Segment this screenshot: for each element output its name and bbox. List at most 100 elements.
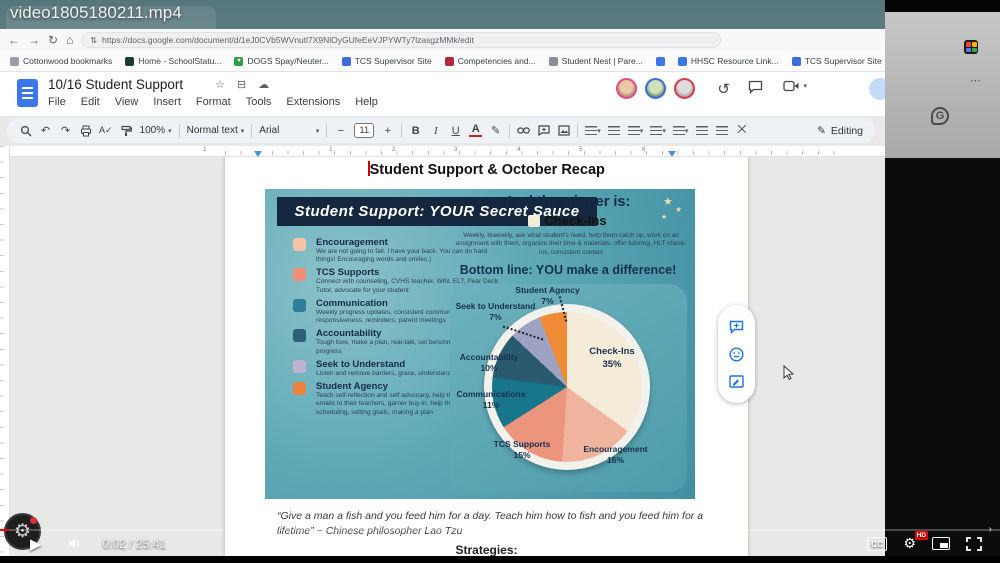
add-comment-icon[interactable] (537, 125, 550, 136)
italic-button[interactable]: I (429, 125, 442, 137)
cloud-status-icon[interactable]: ☁ (258, 78, 269, 91)
menu-item[interactable]: Extensions (286, 96, 340, 108)
paint-format-icon[interactable] (120, 125, 133, 137)
decrease-indent-icon[interactable] (695, 126, 708, 135)
google-docs-icon[interactable] (17, 79, 38, 107)
back-icon[interactable]: ← (8, 34, 20, 46)
bookmark-favicon (445, 57, 454, 66)
suggest-edits-button[interactable] (729, 375, 744, 388)
fullscreen-button[interactable] (966, 537, 982, 551)
underline-button[interactable]: U (449, 125, 462, 137)
editing-mode-select[interactable]: ✎ Editing (817, 125, 863, 137)
highlight-icon[interactable]: ✎ (489, 124, 502, 137)
text-color-button[interactable]: A (469, 124, 482, 137)
horizontal-ruler[interactable]: 1 1 2 3 4 5 6 (10, 146, 885, 157)
forward-icon[interactable]: → (28, 34, 40, 46)
chevron-right-icon[interactable]: › (989, 524, 992, 535)
align-icon[interactable]: ▾ (585, 126, 601, 135)
spellcheck-icon[interactable]: A✓ (99, 125, 113, 136)
site-info-icon[interactable]: ⇅ (90, 36, 97, 45)
grammarly-icon[interactable]: G (931, 107, 949, 125)
zoom-select[interactable]: 100%▾ (140, 125, 172, 136)
emoji-reaction-button[interactable] (729, 347, 744, 362)
comment-history-icon[interactable] (748, 80, 763, 94)
move-folder-icon[interactable]: ⊟ (237, 78, 246, 91)
more-options-icon[interactable]: ⋯ (970, 74, 982, 87)
bookmark-item[interactable]: Student Nest | Pare... (549, 56, 643, 66)
font-size-input[interactable]: 11 (354, 123, 374, 138)
print-icon[interactable] (79, 125, 92, 137)
decrease-font-icon[interactable]: − (334, 125, 347, 137)
bookmark-item[interactable]: TCS Supervisor Site (792, 56, 882, 66)
play-button[interactable]: ▶ (30, 535, 42, 553)
line-spacing-icon[interactable] (608, 126, 621, 135)
bookmark-item[interactable]: TCS Supervisor Site (342, 56, 432, 66)
bookmark-favicon (342, 57, 351, 66)
search-icon[interactable] (19, 125, 32, 137)
version-history-icon[interactable]: ↺ (717, 80, 730, 98)
pie-label-tcs: TCS Supports15% (478, 439, 566, 462)
avatar[interactable] (616, 78, 637, 99)
avatar[interactable] (674, 78, 695, 99)
bookmark-item[interactable]: Cottonwood bookmarks (10, 56, 112, 66)
ruler-number: 2 (392, 146, 396, 153)
star-decoration-icon: ★ (675, 205, 682, 214)
bookmark-item[interactable]: HHSC Resource Link... (678, 56, 779, 66)
address-bar[interactable]: ⇅ https://docs.google.com/document/d/1eJ… (81, 32, 721, 48)
document-canvas: Student Support & October Recap Student … (10, 157, 885, 556)
mouse-cursor (783, 365, 794, 380)
avatar[interactable] (645, 78, 666, 99)
numbered-list-icon[interactable]: ▾ (673, 126, 689, 135)
menu-item[interactable]: Insert (153, 96, 181, 108)
menu-item[interactable]: View (115, 96, 139, 108)
pie-label-encouragement: Encouragement16% (568, 444, 663, 467)
settings-button[interactable]: ⚙HD (903, 535, 916, 552)
bookmark-favicon (656, 57, 665, 66)
menu-item[interactable]: File (48, 96, 66, 108)
insert-image-icon[interactable] (557, 125, 570, 136)
redo-icon[interactable]: ↷ (59, 124, 72, 137)
bookmark-label: DOGS Spay/Neuter... (247, 56, 328, 66)
bookmark-label: Competencies and... (458, 56, 536, 66)
undo-icon[interactable]: ↶ (39, 124, 52, 137)
refresh-icon[interactable]: ↻ (48, 34, 58, 46)
checklist-icon[interactable]: ▾ (628, 126, 644, 135)
browser-window: ← → ↻ ⌂ ⇅ https://docs.google.com/docume… (0, 0, 885, 556)
insert-link-icon[interactable] (517, 126, 530, 135)
home-icon[interactable]: ⌂ (66, 34, 73, 46)
bookmark-item[interactable] (656, 57, 665, 66)
bottom-line: Bottom line: YOU make a difference! (443, 263, 693, 277)
bookmark-favicon (678, 57, 687, 66)
bulleted-list-icon[interactable]: ▾ (650, 126, 666, 135)
bookmark-item[interactable]: ♥ DOGS Spay/Neuter... (234, 56, 328, 66)
bookmark-favicon (125, 57, 134, 66)
menu-item[interactable]: Help (355, 96, 378, 108)
captions-button[interactable]: CC (867, 537, 887, 551)
ruler-number: 6 (642, 146, 646, 153)
pie-panel: Student Agency7% Seek to Understand7% Ac… (450, 284, 687, 492)
doc-title[interactable]: 10/16 Student Support (48, 77, 183, 92)
paragraph-style-select[interactable]: Normal text▾ (187, 125, 245, 136)
menu-item[interactable]: Edit (81, 96, 100, 108)
menu-item[interactable]: Format (196, 96, 231, 108)
add-comment-button[interactable] (729, 320, 744, 334)
bookmark-favicon (10, 57, 19, 66)
increase-font-icon[interactable]: + (381, 125, 394, 137)
bookmark-favicon (792, 57, 801, 66)
star-icon[interactable]: ☆ (215, 78, 225, 91)
bookmark-item[interactable]: Home - SchoolStatu... (125, 56, 221, 66)
volume-icon[interactable] (68, 537, 83, 550)
doc-heading: Student Support & October Recap (225, 161, 748, 178)
meet-camera-icon[interactable]: ▾ (783, 80, 807, 92)
bookmark-label: TCS Supervisor Site (355, 56, 432, 66)
app-grid-icon[interactable] (964, 40, 978, 54)
menu-item[interactable]: Tools (246, 96, 272, 108)
clear-formatting-icon[interactable]: ⨉ (735, 124, 748, 137)
miniplayer-button[interactable] (932, 537, 950, 550)
increase-indent-icon[interactable] (715, 126, 728, 135)
font-select[interactable]: Arial▾ (259, 125, 319, 136)
bookmark-item[interactable]: Competencies and... (445, 56, 536, 66)
vertical-ruler[interactable] (0, 146, 10, 556)
bold-button[interactable]: B (409, 125, 422, 137)
document-page[interactable]: Student Support & October Recap Student … (225, 157, 748, 556)
